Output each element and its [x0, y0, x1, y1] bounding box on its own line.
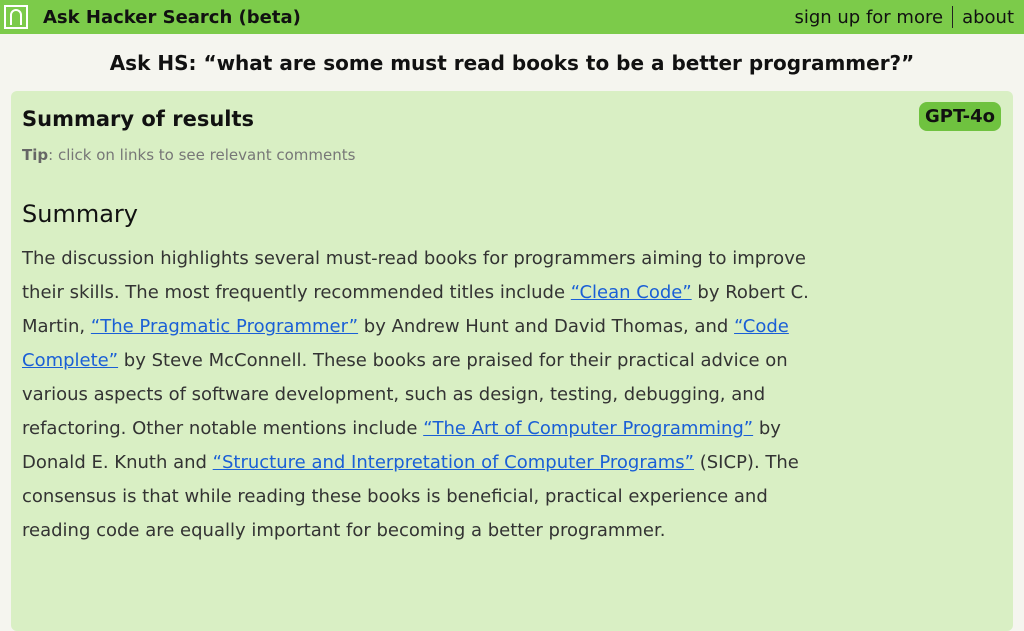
- results-title: Summary of results: [22, 107, 255, 131]
- about-link[interactable]: about: [962, 7, 1014, 28]
- nav-divider: [952, 6, 954, 28]
- book-link-clean-code[interactable]: “Clean Code”: [571, 282, 692, 303]
- tip-message: : click on links to see relevant comment…: [48, 146, 356, 164]
- book-link-pragmatic-programmer[interactable]: “The Pragmatic Programmer”: [91, 316, 358, 337]
- logo-icon[interactable]: [4, 5, 28, 29]
- tip-text: Tip: click on links to see relevant comm…: [22, 146, 1001, 164]
- question-heading: Ask HS: “what are some must read books t…: [109, 51, 915, 75]
- brand[interactable]: Ask Hacker Search (beta): [4, 5, 301, 29]
- summary-text-segment: by Andrew Hunt and David Thomas, and: [358, 316, 735, 337]
- model-badge[interactable]: GPT-4o: [919, 102, 1001, 131]
- top-nav: sign up for more about: [794, 6, 1014, 28]
- sign-up-link[interactable]: sign up for more: [794, 7, 943, 28]
- app-title[interactable]: Ask Hacker Search (beta): [43, 7, 301, 28]
- tip-label: Tip: [22, 146, 49, 164]
- book-link-sicp[interactable]: “Structure and Interpretation of Compute…: [213, 452, 694, 473]
- top-bar: Ask Hacker Search (beta) sign up for mor…: [0, 0, 1024, 34]
- results-panel: Summary of results GPT-4o Tip: click on …: [11, 91, 1013, 631]
- book-link-art-of-computer-programming[interactable]: “The Art of Computer Programming”: [423, 418, 753, 439]
- summary-heading: Summary: [22, 200, 138, 228]
- summary-paragraph: The discussion highlights several must-r…: [22, 242, 832, 548]
